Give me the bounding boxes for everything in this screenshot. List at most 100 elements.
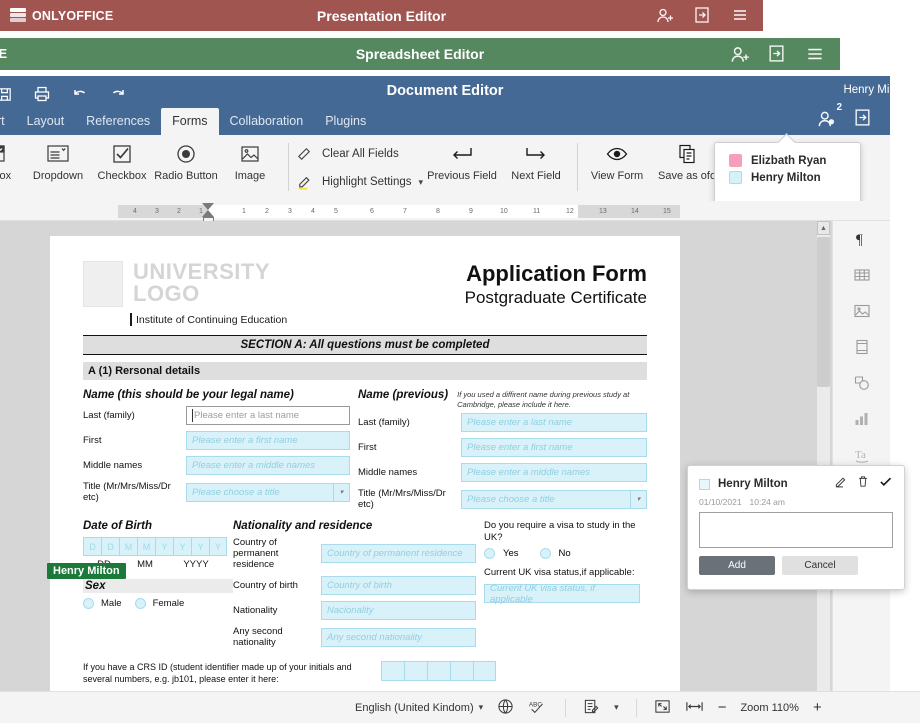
dob-cell[interactable]: M bbox=[137, 537, 155, 556]
title-dropdown[interactable]: Please choose a title ▾ bbox=[186, 482, 350, 502]
last-family-input[interactable]: Please enter a last name bbox=[186, 406, 350, 425]
table-settings-icon[interactable] bbox=[833, 257, 891, 293]
paragraph-settings-icon[interactable]: ¶ bbox=[833, 221, 891, 257]
visa-status-input[interactable]: Current UK visa status, if applicable bbox=[484, 583, 640, 605]
clear-all-fields-button[interactable]: Clear All Fields bbox=[295, 144, 423, 164]
image-settings-icon[interactable] bbox=[833, 293, 891, 329]
tab-references[interactable]: References bbox=[75, 108, 161, 135]
hamburger-menu-icon[interactable] bbox=[731, 6, 751, 26]
collaborator-row[interactable]: Elizbath Ryan bbox=[715, 152, 860, 169]
chart-settings-icon[interactable] bbox=[833, 401, 891, 437]
save-as-oform-tool[interactable]: Save as ofo bbox=[650, 135, 724, 182]
dob-cell[interactable]: D bbox=[83, 537, 101, 556]
prev-first-name-input[interactable]: Please enter a first name bbox=[461, 438, 647, 457]
tab-insert[interactable]: rt bbox=[0, 108, 16, 135]
first-line-indent-marker[interactable] bbox=[202, 203, 214, 210]
resolve-comment-icon[interactable] bbox=[878, 474, 893, 494]
crs-id-row: If you have a CRS ID (student identifier… bbox=[83, 661, 647, 685]
previous-field-tool[interactable]: Previous Field bbox=[423, 135, 501, 182]
highlight-settings-button[interactable]: Highlight Settings ▾ bbox=[295, 172, 423, 192]
collaborators-icon[interactable]: 2 bbox=[816, 102, 842, 128]
delete-comment-icon[interactable] bbox=[856, 474, 870, 494]
radio-male[interactable] bbox=[83, 598, 94, 609]
prev-last-family-input[interactable]: Please enter a last name bbox=[461, 413, 647, 432]
open-file-location-icon[interactable] bbox=[693, 6, 713, 26]
zoom-out-button[interactable]: − bbox=[718, 699, 727, 716]
language-selector[interactable]: English (United Kindom) ▾ bbox=[355, 702, 483, 714]
dob-cell[interactable]: Y bbox=[191, 537, 209, 556]
first-name-input[interactable]: Please enter a first name bbox=[186, 431, 350, 450]
cancel-comment-button[interactable]: Cancel bbox=[782, 556, 858, 575]
country-permanent-residence-input[interactable]: Country of permanent residence bbox=[321, 544, 476, 563]
dob-cell[interactable]: Y bbox=[209, 537, 227, 556]
field-label: Country of permanent residence bbox=[233, 537, 279, 570]
tab-plugins[interactable]: Plugins bbox=[314, 108, 377, 135]
zoom-in-button[interactable]: + bbox=[813, 699, 822, 716]
add-user-icon[interactable] bbox=[655, 6, 675, 26]
dropdown-tool[interactable]: Dropdown bbox=[26, 135, 90, 182]
hamburger-menu-icon[interactable] bbox=[890, 108, 910, 128]
dob-cell[interactable]: D bbox=[101, 537, 119, 556]
previous-field-icon bbox=[449, 141, 475, 167]
previous-name-header: Name (previous) If you used a diffirent … bbox=[358, 389, 647, 409]
open-file-location-icon[interactable] bbox=[853, 108, 873, 128]
document-title-block: Application Form Postgraduate Certificat… bbox=[465, 261, 647, 309]
zoom-level-label[interactable]: Zoom 110% bbox=[740, 702, 799, 714]
tab-forms[interactable]: Forms bbox=[161, 108, 219, 135]
dob-cell[interactable]: M bbox=[119, 537, 137, 556]
dob-cell[interactable]: Y bbox=[155, 537, 173, 556]
collaborator-row[interactable]: Henry Milton bbox=[715, 169, 860, 186]
crs-cell[interactable] bbox=[404, 661, 427, 681]
radio-button-tool[interactable]: Radio Button bbox=[154, 135, 218, 182]
hanging-indent-marker[interactable] bbox=[202, 210, 214, 217]
crs-cell[interactable] bbox=[473, 661, 496, 681]
crs-cell[interactable] bbox=[381, 661, 404, 681]
radio-visa-no[interactable] bbox=[539, 548, 551, 559]
radio-visa-yes[interactable] bbox=[484, 548, 495, 559]
middle-names-input[interactable]: Please enter a middle names bbox=[186, 456, 350, 475]
ruler-tick: 2 bbox=[265, 208, 269, 215]
open-file-location-icon[interactable] bbox=[767, 44, 787, 64]
scroll-up-button[interactable]: ▲ bbox=[817, 221, 830, 235]
crs-id-cells[interactable] bbox=[381, 661, 496, 681]
add-user-icon[interactable] bbox=[729, 44, 749, 64]
track-changes-icon[interactable] bbox=[583, 698, 600, 718]
nationality-input[interactable]: Nacionality bbox=[321, 601, 476, 620]
crs-cell[interactable] bbox=[427, 661, 450, 681]
hamburger-menu-icon[interactable] bbox=[805, 44, 825, 64]
prev-middle-names-input[interactable]: Please enter a middle names bbox=[461, 463, 647, 482]
combobox-tool[interactable]: bo Box bbox=[0, 135, 26, 182]
header-footer-settings-icon[interactable] bbox=[833, 329, 891, 365]
comment-actions bbox=[833, 474, 893, 494]
fit-to-width-icon[interactable] bbox=[685, 699, 704, 717]
university-logo-block: UNIVERSITY LOGO bbox=[83, 261, 270, 307]
chevron-down-icon[interactable]: ▾ bbox=[614, 702, 619, 713]
tab-layout[interactable]: Layout bbox=[16, 108, 76, 135]
scrollbar-thumb[interactable] bbox=[817, 237, 830, 387]
crs-cell[interactable] bbox=[450, 661, 473, 681]
dob-cell[interactable]: Y bbox=[173, 537, 191, 556]
prev-title-dropdown[interactable]: Please choose a title ▾ bbox=[461, 489, 647, 509]
set-document-language-icon[interactable] bbox=[497, 698, 514, 718]
radio-female[interactable] bbox=[134, 598, 146, 609]
dob-cells[interactable]: D D M M Y Y Y Y bbox=[83, 537, 233, 556]
svg-text:¶: ¶ bbox=[856, 232, 863, 248]
shape-settings-icon[interactable] bbox=[833, 365, 891, 401]
collaborators-popup: Elizbath Ryan Henry Milton bbox=[714, 142, 861, 209]
comment-textarea[interactable] bbox=[699, 512, 893, 548]
edit-comment-icon[interactable] bbox=[833, 474, 848, 494]
add-comment-button[interactable]: Add bbox=[699, 556, 775, 575]
view-form-tool[interactable]: View Form bbox=[584, 135, 650, 182]
second-nationality-input[interactable]: Any second nationality bbox=[321, 627, 476, 647]
field-label: Any second nationality bbox=[233, 626, 283, 648]
checkbox-tool[interactable]: Checkbox bbox=[90, 135, 154, 182]
chevron-down-icon[interactable]: ▾ bbox=[333, 483, 349, 501]
tab-collaboration[interactable]: Collaboration bbox=[219, 108, 315, 135]
country-of-birth-input[interactable]: Country of birth bbox=[321, 576, 476, 595]
chevron-down-icon[interactable]: ▾ bbox=[630, 490, 646, 508]
spell-checking-icon[interactable]: ABC bbox=[528, 698, 548, 718]
fit-to-page-icon[interactable] bbox=[654, 698, 671, 718]
next-field-tool[interactable]: Next Field bbox=[501, 135, 571, 182]
horizontal-ruler[interactable]: 4 3 2 1 1 2 3 4 5 6 7 8 9 10 11 12 13 14… bbox=[0, 201, 890, 222]
image-tool[interactable]: Image bbox=[218, 135, 282, 182]
